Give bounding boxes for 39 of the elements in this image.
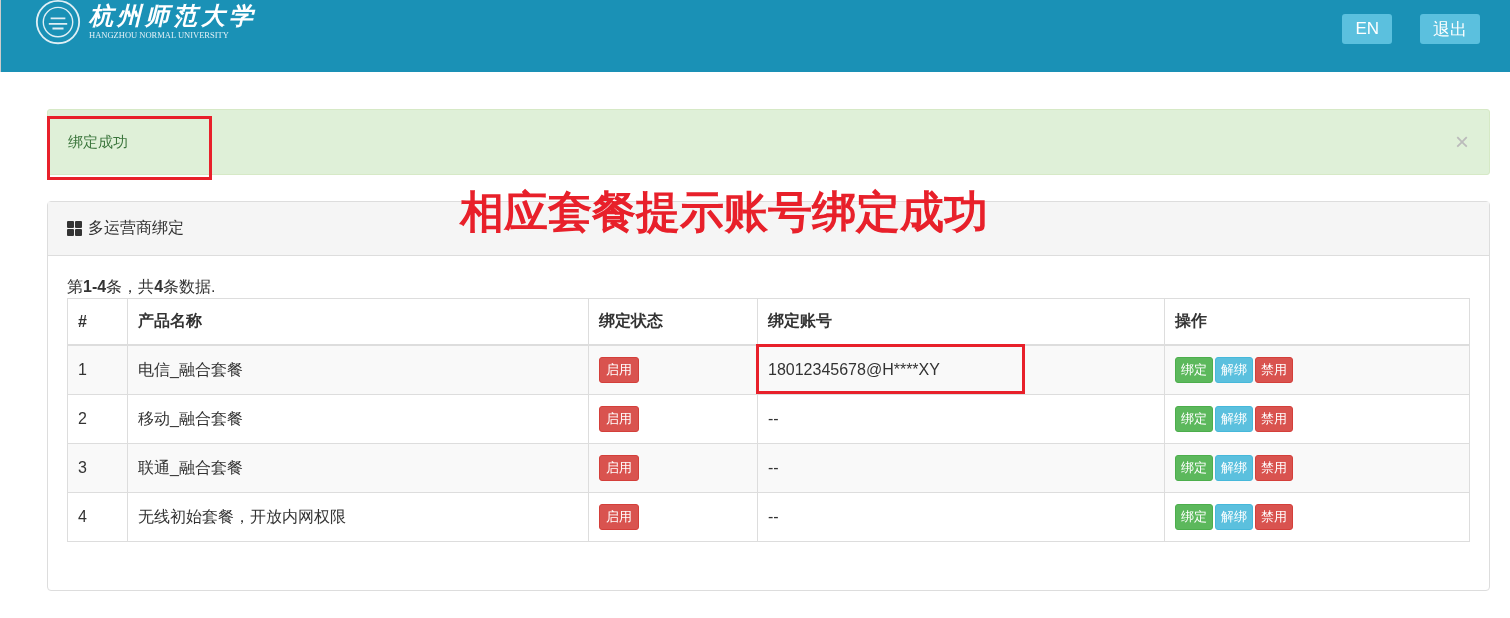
action-button[interactable]: 解绑 xyxy=(1215,406,1253,432)
status-badge: 启用 xyxy=(599,455,639,481)
action-button[interactable]: 绑定 xyxy=(1175,455,1213,481)
action-button[interactable]: 禁用 xyxy=(1255,406,1293,432)
alert-message: 绑定成功 xyxy=(68,132,128,152)
close-button[interactable]: × xyxy=(1455,130,1469,154)
table-cell: 联通_融合套餐 xyxy=(127,443,589,493)
panel-title: 多运营商绑定 xyxy=(88,218,184,238)
action-button[interactable]: 解绑 xyxy=(1215,455,1253,481)
table-cell: 2 xyxy=(67,394,128,444)
table-cell: -- xyxy=(757,394,1165,444)
action-button[interactable]: 解绑 xyxy=(1215,504,1253,530)
status-badge: 启用 xyxy=(599,504,639,530)
table-cell: 3 xyxy=(67,443,128,493)
table-cell: 1 xyxy=(67,345,128,395)
header-button[interactable]: EN xyxy=(1342,14,1392,44)
annotation-text: 相应套餐提示账号绑定成功 xyxy=(460,187,988,237)
table-cell: 无线初始套餐，开放内网权限 xyxy=(127,492,589,542)
action-button[interactable]: 禁用 xyxy=(1255,357,1293,383)
header-button[interactable]: 退出 xyxy=(1420,14,1480,44)
action-button[interactable]: 解绑 xyxy=(1215,357,1253,383)
table-cell: 电信_融合套餐 xyxy=(127,345,589,395)
table-cell: 移动_融合套餐 xyxy=(127,394,589,444)
table-cell: 18012345678@H****XY xyxy=(757,345,1165,395)
emblem-icon xyxy=(33,0,83,46)
action-button[interactable]: 绑定 xyxy=(1175,406,1213,432)
action-button[interactable]: 绑定 xyxy=(1175,504,1213,530)
action-button[interactable]: 绑定 xyxy=(1175,357,1213,383)
status-badge: 启用 xyxy=(599,357,639,383)
logo-subtitle: HANGZHOU NORMAL UNIVERSITY xyxy=(89,30,230,40)
logo-title: 杭州师范大学 xyxy=(89,2,257,30)
action-button[interactable]: 禁用 xyxy=(1255,504,1293,530)
table-cell: -- xyxy=(757,492,1165,542)
status-badge: 启用 xyxy=(599,406,639,432)
summary-text: 第1-4条，共4条数据. xyxy=(67,277,217,297)
table-cell: -- xyxy=(757,443,1165,493)
grid-icon xyxy=(67,221,82,236)
action-button[interactable]: 禁用 xyxy=(1255,455,1293,481)
table-cell: 4 xyxy=(67,492,128,542)
